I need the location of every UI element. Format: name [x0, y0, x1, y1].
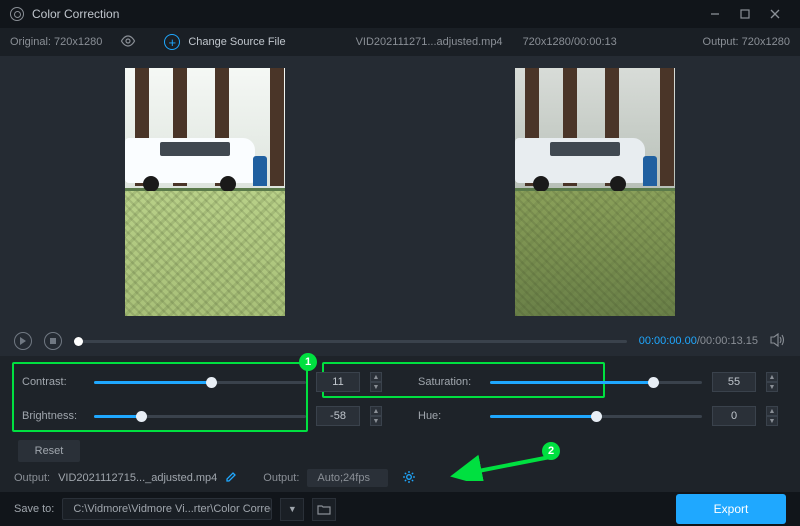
output-filename: VID2021112715..._adjusted.mp4	[58, 472, 217, 484]
output-file-label: Output:	[14, 472, 50, 484]
window-title: Color Correction	[32, 7, 119, 21]
playback-bar: 00:00:00.00/00:00:13.15	[0, 326, 800, 356]
current-time: 00:00:00.00	[639, 335, 697, 347]
output-row: Output: VID2021112715..._adjusted.mp4 Ou…	[0, 464, 800, 492]
title-bar: Color Correction	[0, 0, 800, 28]
brightness-slider[interactable]	[94, 415, 306, 418]
saturation-row: Saturation: 55 ▲▼	[418, 372, 778, 392]
contrast-row: Contrast: 11 ▲▼	[22, 372, 382, 392]
plus-icon[interactable]: +	[164, 34, 180, 50]
brightness-down[interactable]: ▼	[370, 416, 382, 426]
save-row: Save to: C:\Vidmore\Vidmore Vi...rter\Co…	[0, 492, 800, 526]
contrast-up[interactable]: ▲	[370, 372, 382, 382]
brightness-up[interactable]: ▲	[370, 406, 382, 416]
output-resolution: Output: 720x1280	[703, 36, 790, 48]
preview-original	[125, 68, 285, 316]
adjustment-panel: 1 2 Contrast: 11 ▲▼ Brightness: -58 ▲▼ S…	[0, 356, 800, 436]
contrast-label: Contrast:	[22, 376, 84, 388]
app-icon	[10, 7, 24, 21]
contrast-value[interactable]: 11	[316, 372, 360, 392]
folder-icon[interactable]	[312, 498, 336, 521]
saturation-label: Saturation:	[418, 376, 480, 388]
saturation-slider[interactable]	[490, 381, 702, 384]
stop-button[interactable]	[44, 332, 62, 350]
change-source-button[interactable]: Change Source File	[188, 36, 285, 48]
saturation-up[interactable]: ▲	[766, 372, 778, 382]
preview-area	[0, 56, 800, 326]
output-format-label: Output:	[263, 472, 299, 484]
play-button[interactable]	[14, 332, 32, 350]
hue-value[interactable]: 0	[712, 406, 756, 426]
save-to-label: Save to:	[14, 503, 54, 515]
hue-slider[interactable]	[490, 415, 702, 418]
save-path[interactable]: C:\Vidmore\Vidmore Vi...rter\Color Corre…	[62, 498, 272, 520]
source-filename: VID202111271...adjusted.mp4	[356, 36, 503, 48]
close-button[interactable]	[760, 0, 790, 28]
brightness-row: Brightness: -58 ▲▼	[22, 406, 382, 426]
gear-icon[interactable]	[402, 470, 416, 487]
path-dropdown[interactable]: ▼	[280, 498, 304, 521]
brightness-label: Brightness:	[22, 410, 84, 422]
maximize-button[interactable]	[730, 0, 760, 28]
contrast-down[interactable]: ▼	[370, 382, 382, 392]
annotation-arrow	[450, 451, 555, 481]
reset-button[interactable]: Reset	[18, 440, 80, 462]
eye-icon[interactable]	[120, 35, 136, 50]
timecode: 00:00:00.00/00:00:13.15	[639, 335, 758, 347]
contrast-slider[interactable]	[94, 381, 306, 384]
export-button[interactable]: Export	[676, 494, 786, 524]
output-format-value[interactable]: Auto;24fps	[307, 469, 388, 487]
volume-icon[interactable]	[770, 333, 786, 350]
hue-up[interactable]: ▲	[766, 406, 778, 416]
hue-row: Hue: 0 ▲▼	[418, 406, 778, 426]
total-time: /00:00:13.15	[697, 335, 758, 347]
edit-icon[interactable]	[225, 471, 237, 486]
saturation-value[interactable]: 55	[712, 372, 756, 392]
brightness-value[interactable]: -58	[316, 406, 360, 426]
original-resolution: Original: 720x1280	[10, 36, 102, 48]
preview-adjusted	[515, 68, 675, 316]
saturation-down[interactable]: ▼	[766, 382, 778, 392]
timeline-slider[interactable]	[74, 340, 627, 343]
source-resolution-duration: 720x1280/00:00:13	[523, 36, 617, 48]
minimize-button[interactable]	[700, 0, 730, 28]
hue-label: Hue:	[418, 410, 480, 422]
hue-down[interactable]: ▼	[766, 416, 778, 426]
info-bar: Original: 720x1280 + Change Source File …	[0, 28, 800, 56]
